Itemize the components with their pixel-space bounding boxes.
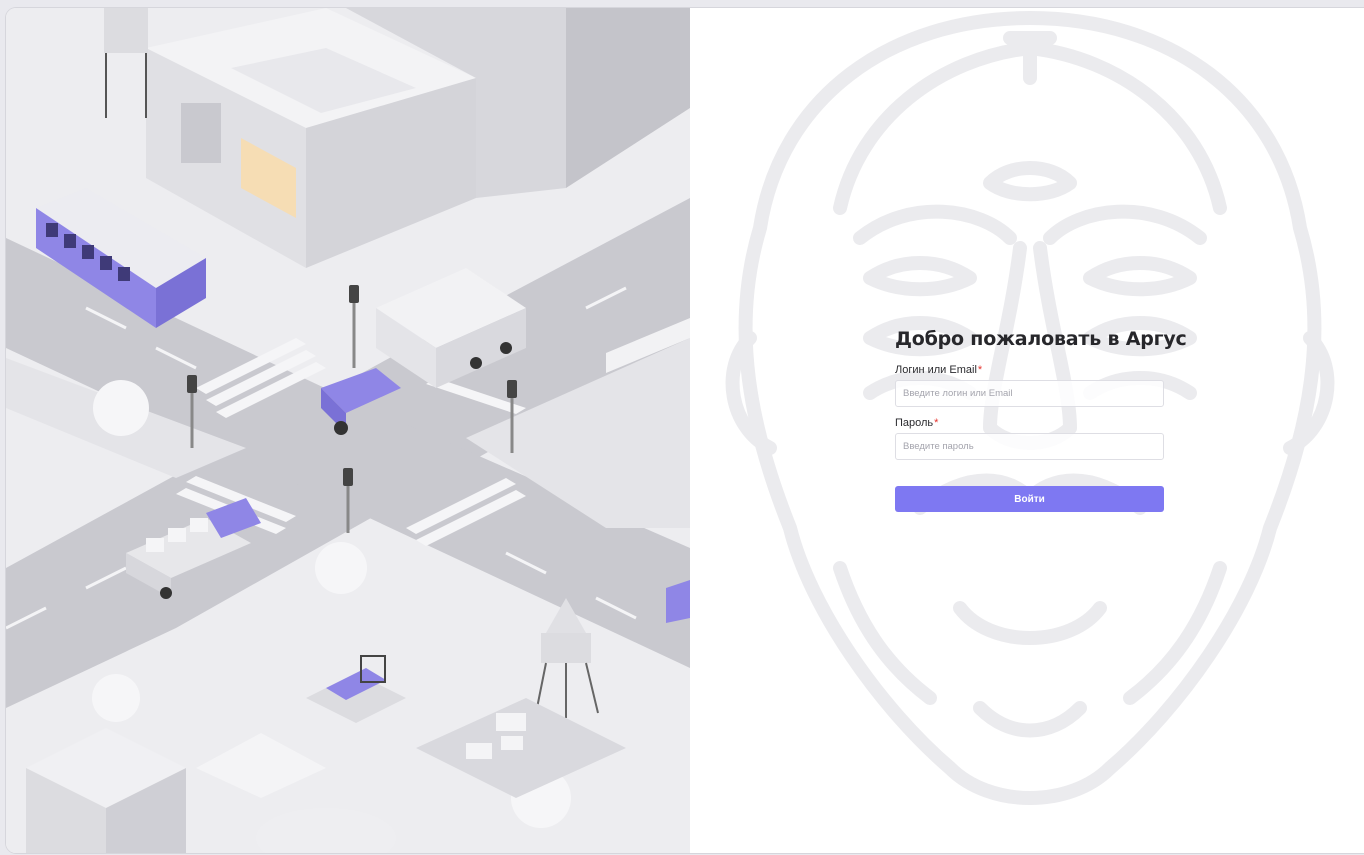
page-title: Добро пожаловать в Аргус	[895, 328, 1187, 350]
hero-illustration	[6, 8, 690, 853]
login-label-text: Логин или Email	[895, 364, 977, 376]
login-field-group: Логин или Email*	[895, 364, 1164, 407]
password-field-group: Пароль*	[895, 417, 1164, 460]
isometric-city-illustration	[6, 8, 690, 853]
app-window: Добро пожаловать в Аргус Логин или Email…	[6, 8, 1364, 853]
login-button[interactable]: Войти	[895, 486, 1164, 512]
login-panel: Добро пожаловать в Аргус Логин или Email…	[690, 8, 1364, 853]
password-field-label: Пароль*	[895, 417, 1164, 429]
password-input[interactable]	[895, 433, 1164, 460]
password-label-text: Пароль	[895, 417, 934, 429]
login-input[interactable]	[895, 380, 1164, 407]
login-form: Добро пожаловать в Аргус Логин или Email…	[895, 328, 1187, 512]
required-mark: *	[934, 417, 939, 429]
login-field-label: Логин или Email*	[895, 364, 1164, 376]
required-mark: *	[977, 364, 983, 376]
